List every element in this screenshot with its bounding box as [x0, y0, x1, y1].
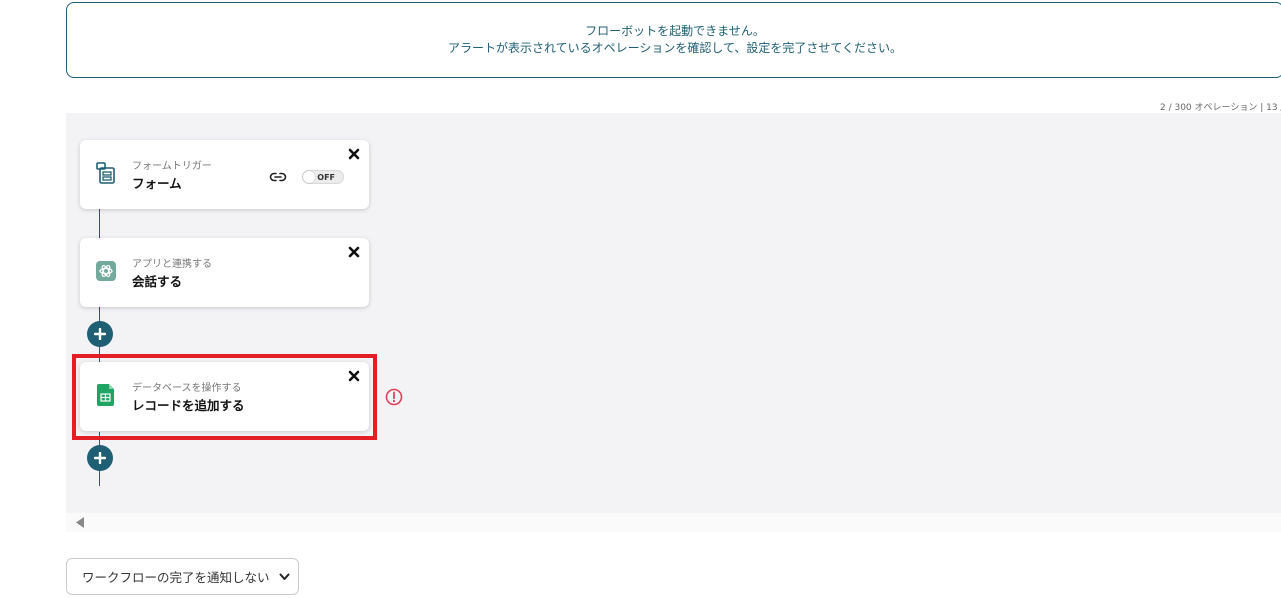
- highlight-box: [72, 354, 377, 440]
- step-subtitle: アプリと連携する: [132, 259, 212, 270]
- horizontal-scrollbar[interactable]: [66, 513, 1281, 532]
- step-card-form-trigger[interactable]: フォームトリガー フォーム OFF: [80, 140, 369, 209]
- toggle-knob: [303, 171, 315, 183]
- trigger-toggle[interactable]: OFF: [302, 170, 344, 184]
- plus-icon: [94, 328, 106, 340]
- add-step-button[interactable]: [87, 445, 113, 471]
- add-step-button[interactable]: [87, 321, 113, 347]
- step-subtitle: フォームトリガー: [132, 161, 212, 172]
- connector-line: [99, 208, 100, 238]
- alert-message-line2: アラートが表示されているオペレーションを確認して、設定を完了させてください。: [447, 41, 903, 55]
- plus-icon: [94, 452, 106, 464]
- toggle-label: OFF: [317, 172, 335, 182]
- chatgpt-icon: [96, 261, 116, 281]
- close-icon[interactable]: [348, 246, 360, 258]
- scroll-left-icon[interactable]: [75, 517, 85, 528]
- alert-banner: フローボットを起動できません。 アラートが表示されているオペレーションを確認して…: [66, 2, 1281, 78]
- step-title: 会話する: [132, 274, 183, 289]
- form-icon: [96, 162, 115, 184]
- link-icon[interactable]: [269, 171, 287, 183]
- step-title: フォーム: [132, 176, 182, 191]
- warning-icon[interactable]: [385, 388, 403, 406]
- close-icon[interactable]: [348, 148, 360, 160]
- notify-select[interactable]: ワークフローの完了を通知しない: [66, 558, 299, 595]
- step-card-chatgpt[interactable]: アプリと連携する 会話する: [80, 238, 369, 307]
- alert-message-line1: フローボットを起動できません。: [585, 24, 765, 38]
- operations-count: 2 / 300 オペレーション | 13 /: [1160, 103, 1281, 113]
- notify-select-value: ワークフローの完了を通知しない: [82, 570, 270, 585]
- chevron-down-icon: [279, 573, 290, 580]
